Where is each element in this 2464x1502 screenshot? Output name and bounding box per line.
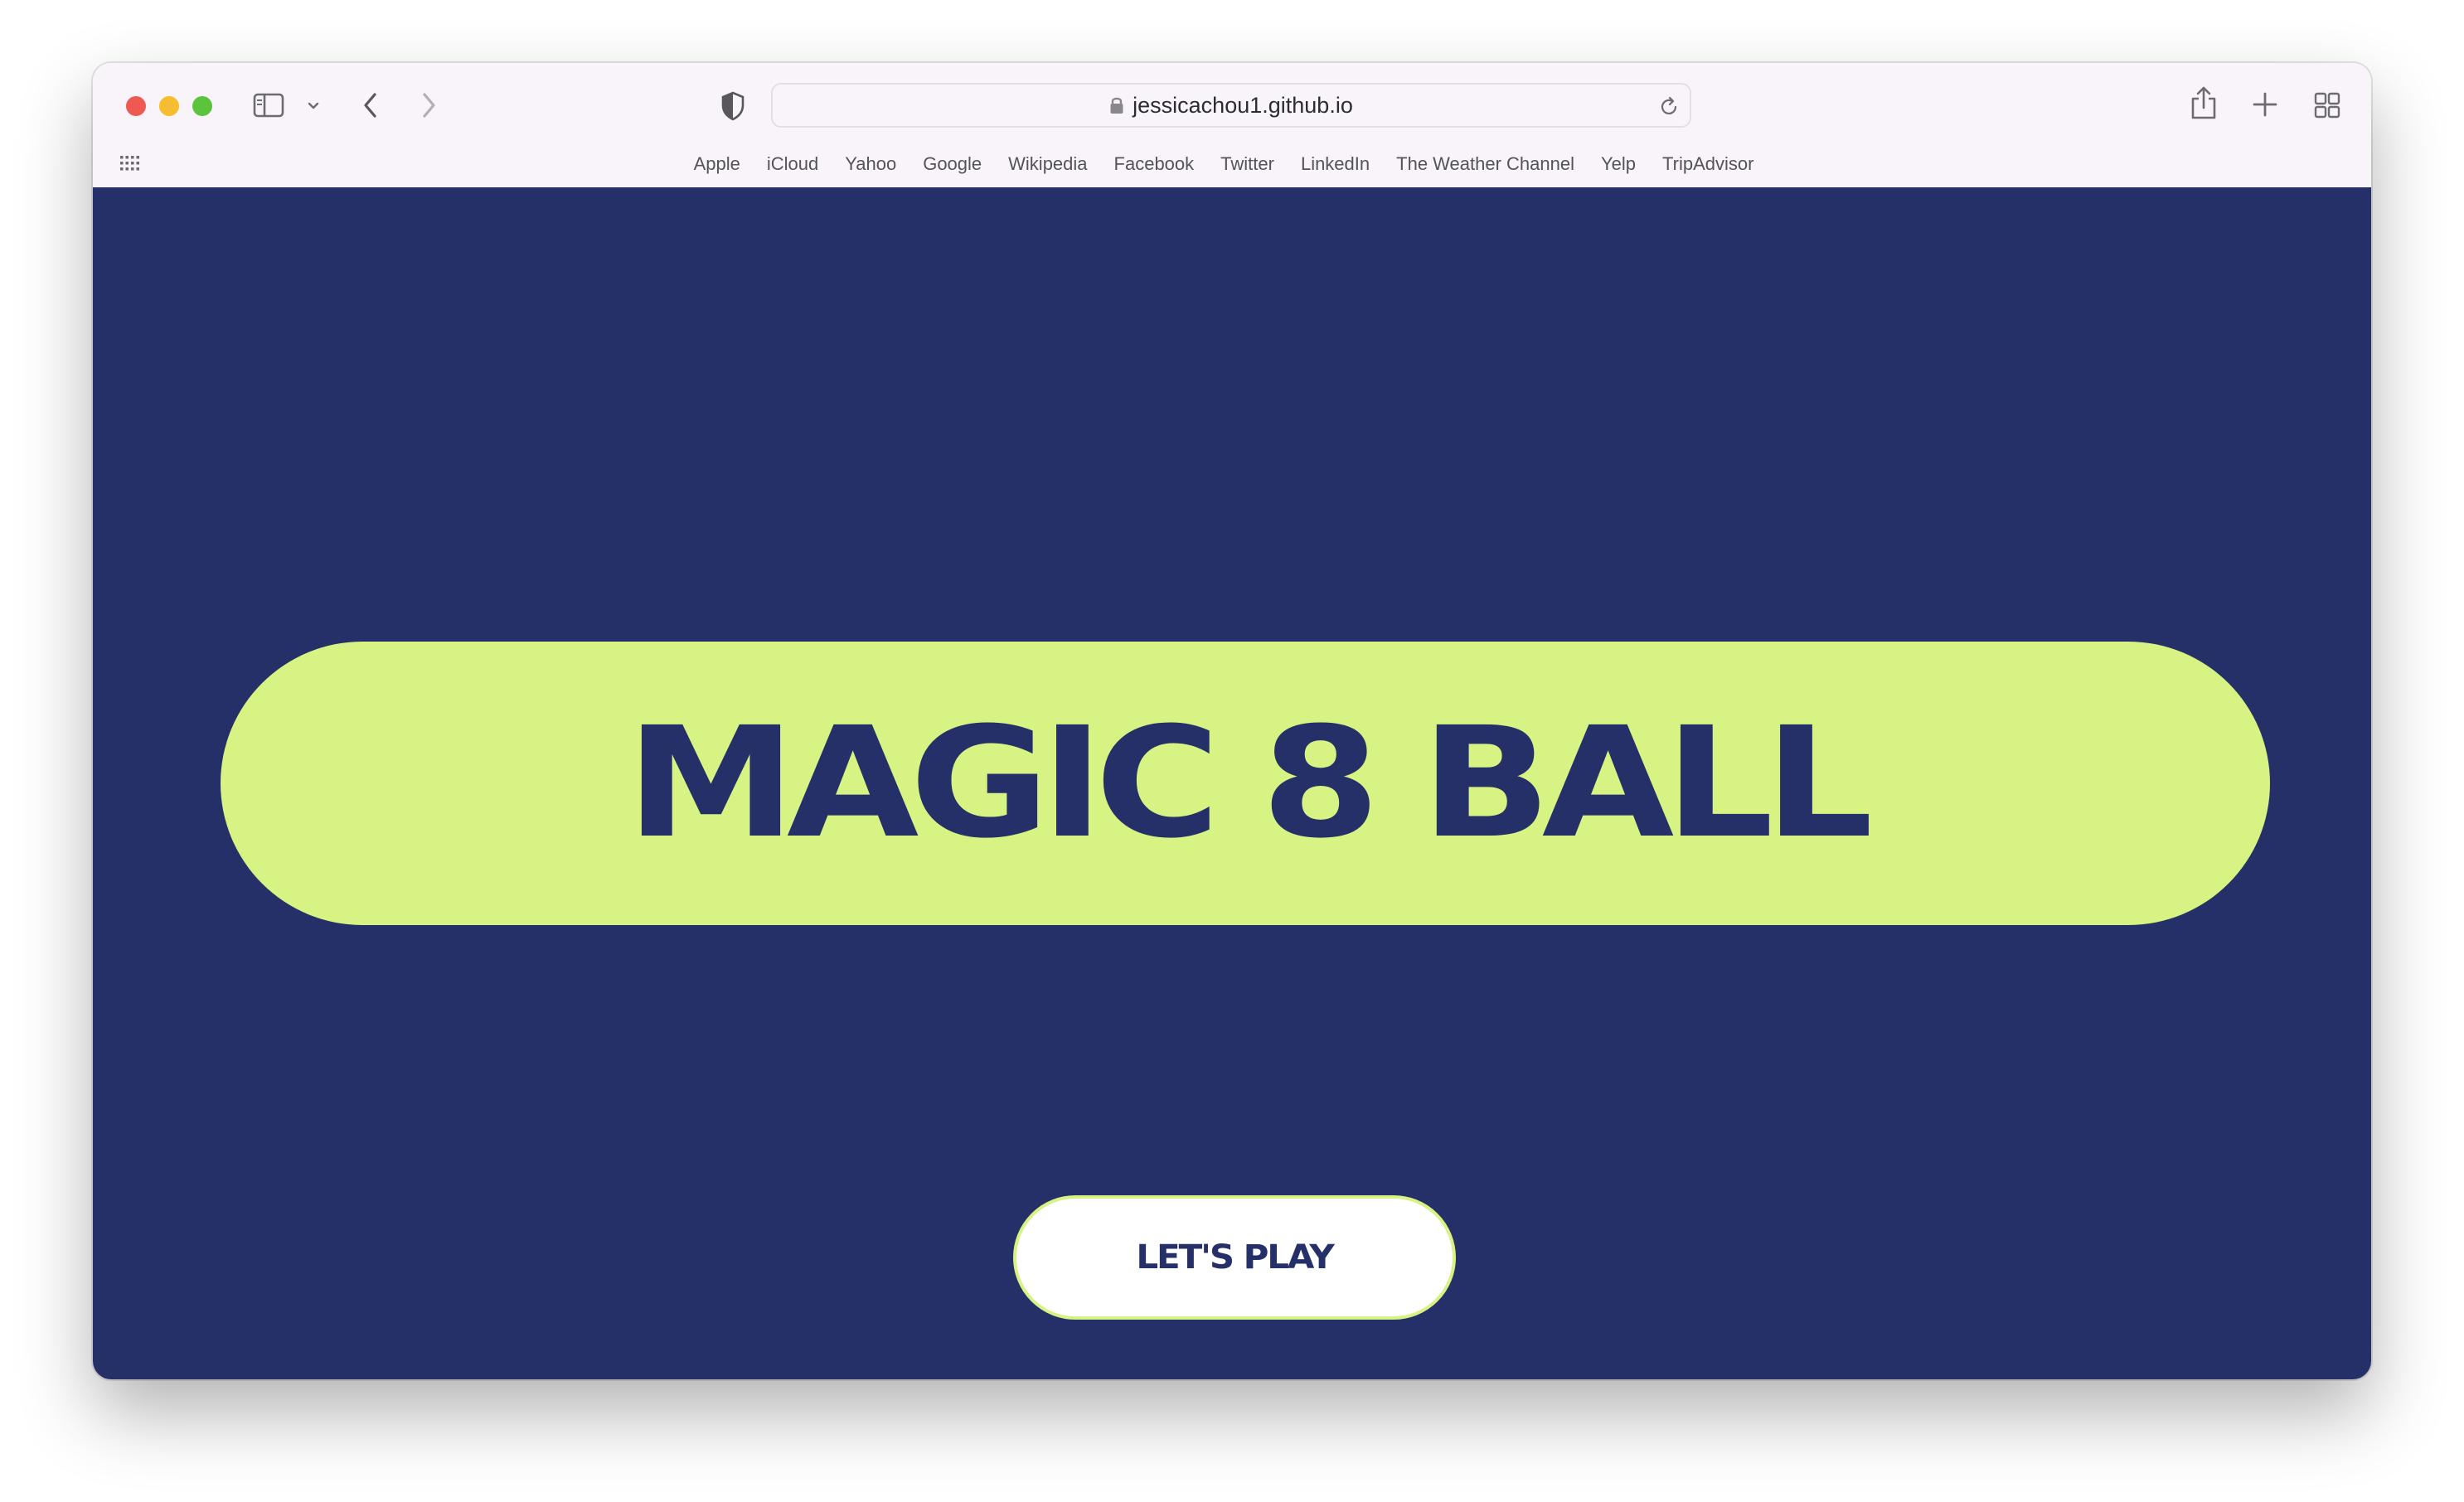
shield-icon[interactable] — [718, 90, 748, 123]
tab-overview-icon[interactable] — [2313, 91, 2341, 119]
favorite-link-twitter[interactable]: Twitter — [1220, 153, 1274, 175]
favorites-bar: Apple iCloud Yahoo Google Wikipedia Face… — [93, 149, 2371, 179]
favorite-link-weather-channel[interactable]: The Weather Channel — [1396, 153, 1574, 175]
zoom-window-button[interactable] — [192, 96, 212, 116]
address-bar[interactable]: jessicachou1.github.io — [771, 83, 1691, 128]
chevron-down-icon[interactable] — [305, 98, 322, 114]
favorite-link-google[interactable]: Google — [923, 153, 982, 175]
page-content: MAGIC 8 BALL LET'S PLAY — [93, 187, 2371, 1379]
favorite-link-yahoo[interactable]: Yahoo — [845, 153, 896, 175]
favorite-link-yelp[interactable]: Yelp — [1601, 153, 1636, 175]
url-text: jessicachou1.github.io — [1133, 92, 1353, 118]
favorite-link-linkedin[interactable]: LinkedIn — [1301, 153, 1370, 175]
sidebar-icon[interactable] — [252, 91, 285, 119]
reload-icon[interactable] — [1656, 94, 1681, 119]
favorite-link-apple[interactable]: Apple — [694, 153, 740, 175]
lets-play-label: LET'S PLAY — [1136, 1238, 1334, 1277]
favorite-link-tripadvisor[interactable]: TripAdvisor — [1662, 153, 1753, 175]
share-icon[interactable] — [2189, 85, 2219, 121]
chevron-right-icon[interactable] — [415, 90, 443, 121]
favorite-link-icloud[interactable]: iCloud — [767, 153, 818, 175]
page-title: MAGIC 8 BALL — [626, 695, 1874, 872]
browser-toolbar: jessicachou1.github.io Apple iCloud Yaho… — [93, 63, 2371, 189]
minimize-window-button[interactable] — [159, 96, 179, 116]
chevron-left-icon[interactable] — [357, 90, 385, 121]
favorite-link-wikipedia[interactable]: Wikipedia — [1008, 153, 1087, 175]
browser-window: jessicachou1.github.io Apple iCloud Yaho… — [93, 63, 2371, 1379]
close-window-button[interactable] — [126, 96, 146, 116]
lock-icon — [1109, 95, 1124, 115]
favorite-link-facebook[interactable]: Facebook — [1114, 153, 1195, 175]
lets-play-button[interactable]: LET'S PLAY — [1013, 1195, 1456, 1320]
plus-icon[interactable] — [2252, 91, 2278, 118]
title-banner: MAGIC 8 BALL — [221, 642, 2270, 925]
